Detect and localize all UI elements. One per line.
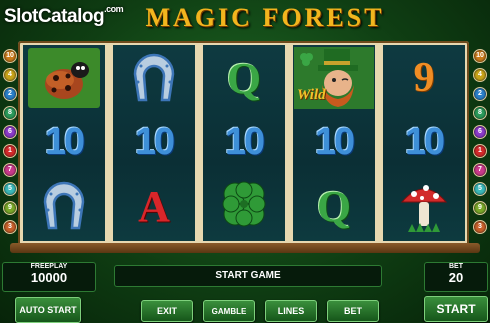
symbol-clover <box>203 175 285 237</box>
symbol-ten: 10 <box>44 120 85 163</box>
payline-indicator-left: 10 <box>3 49 17 63</box>
freeplay-value: 10000 <box>30 270 68 285</box>
start-button[interactable]: START <box>424 296 488 322</box>
symbol-horseshoe <box>23 175 105 237</box>
payline-indicator-right: 7 <box>473 163 487 177</box>
payline-indicator-right: 10 <box>473 49 487 63</box>
payline-indicator-right: 6 <box>473 125 487 139</box>
payline-indicator-right: 1 <box>473 144 487 158</box>
payline-indicator-left: 7 <box>3 163 17 177</box>
freeplay-label: FREEPLAY <box>30 263 68 270</box>
ladybug-icon <box>28 48 100 108</box>
symbol-horseshoe <box>113 47 195 109</box>
symbol-ten: 10 <box>314 120 355 163</box>
wooden-ledge <box>10 243 480 253</box>
payline-indicator-right: 5 <box>473 182 487 196</box>
payline-indicator-left: 2 <box>3 87 17 101</box>
payline-indicator-right: 3 <box>473 220 487 234</box>
mushroom-icon <box>400 185 448 232</box>
reel-4: Wild 10 Q <box>293 45 375 241</box>
payline-indicator-left: 1 <box>3 144 17 158</box>
symbol-ten: 10 <box>134 120 175 163</box>
symbol-ten: 10 <box>224 120 265 163</box>
lines-button[interactable]: LINES <box>265 300 317 322</box>
payline-indicator-left: 9 <box>3 201 17 215</box>
exit-button[interactable]: EXIT <box>141 300 193 322</box>
symbol-queen: Q <box>226 53 262 103</box>
reel-3: Q 10 <box>203 45 285 241</box>
symbol-nine: 9 <box>413 55 435 101</box>
auto-start-button[interactable]: AUTO START <box>15 297 81 323</box>
bet-value: 20 <box>448 270 464 285</box>
payline-indicator-right: 9 <box>473 201 487 215</box>
wild-label: Wild <box>297 87 326 103</box>
message-bar: START GAME <box>114 265 382 287</box>
reel-2: 10 A <box>113 45 195 241</box>
payline-indicator-left: 6 <box>3 125 17 139</box>
game-title: MAGIC FOREST <box>145 3 385 32</box>
payline-indicator-left: 3 <box>3 220 17 234</box>
horseshoe-icon <box>43 181 85 230</box>
reel-1: 10 <box>23 45 105 241</box>
symbol-ace: A <box>138 181 170 231</box>
payline-indicator-left: 4 <box>3 68 17 82</box>
reel-5: 9 10 <box>383 45 465 241</box>
payline-indicator-left: 5 <box>3 182 17 196</box>
watermark-text: SlotCatalog <box>4 6 105 27</box>
horseshoe-icon <box>133 53 175 102</box>
symbol-mushroom <box>383 175 465 237</box>
payline-indicator-right: 4 <box>473 68 487 82</box>
symbol-ladybug <box>23 47 105 109</box>
payline-indicator-left: 8 <box>3 106 17 120</box>
symbol-leprechaun-wild: Wild <box>293 47 375 109</box>
gamble-button[interactable]: GAMBLE <box>203 300 255 322</box>
symbol-queen: Q <box>316 181 352 231</box>
four-leaf-clover-icon <box>222 181 266 227</box>
bet-label: BET <box>449 263 463 270</box>
freeplay-box: FREEPLAY 10000 <box>2 262 96 292</box>
bet-button[interactable]: BET <box>327 300 379 322</box>
payline-indicator-right: 8 <box>473 106 487 120</box>
symbol-ten: 10 <box>404 120 445 163</box>
bet-box: BET 20 <box>424 262 488 292</box>
payline-indicator-right: 2 <box>473 87 487 101</box>
slotcatalog-watermark: SlotCatalog.com <box>4 4 124 28</box>
